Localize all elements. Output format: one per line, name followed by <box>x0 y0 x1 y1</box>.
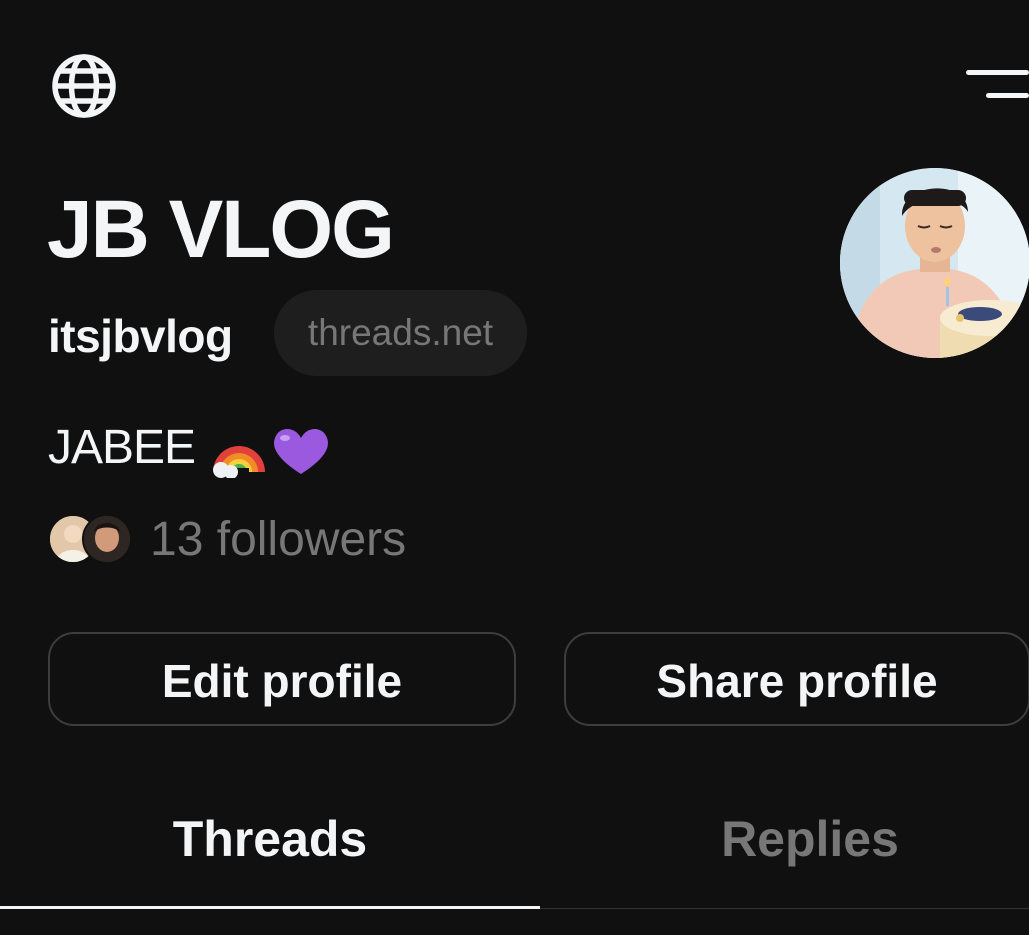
menu-bar-bottom <box>986 93 1029 98</box>
threads-domain-chip[interactable]: threads.net <box>274 290 527 376</box>
bio-text: JABEE <box>48 421 196 474</box>
follower-avatar <box>82 514 132 564</box>
bio-emoji-group <box>209 429 329 478</box>
profile-bio: JABEE <box>48 418 331 478</box>
share-profile-button[interactable]: Share profile <box>564 632 1029 726</box>
tab-replies[interactable]: Replies <box>540 806 1029 872</box>
profile-avatar[interactable] <box>840 168 1029 358</box>
tab-threads[interactable]: Threads <box>0 806 540 872</box>
profile-display-name: JB VLOG <box>47 184 395 275</box>
edit-profile-button[interactable]: Edit profile <box>48 632 516 726</box>
menu-bar-top <box>966 70 1029 75</box>
active-tab-indicator <box>0 906 540 909</box>
rainbow-emoji <box>209 446 266 478</box>
follower-avatars[interactable] <box>48 514 134 564</box>
purple-heart-emoji <box>274 429 329 474</box>
followers-count-link[interactable]: 13 followers <box>150 512 406 568</box>
profile-username: itsjbvlog <box>48 310 233 362</box>
globe-icon[interactable] <box>50 52 118 120</box>
tab-divider <box>540 908 1029 909</box>
menu-icon[interactable] <box>962 66 1029 102</box>
